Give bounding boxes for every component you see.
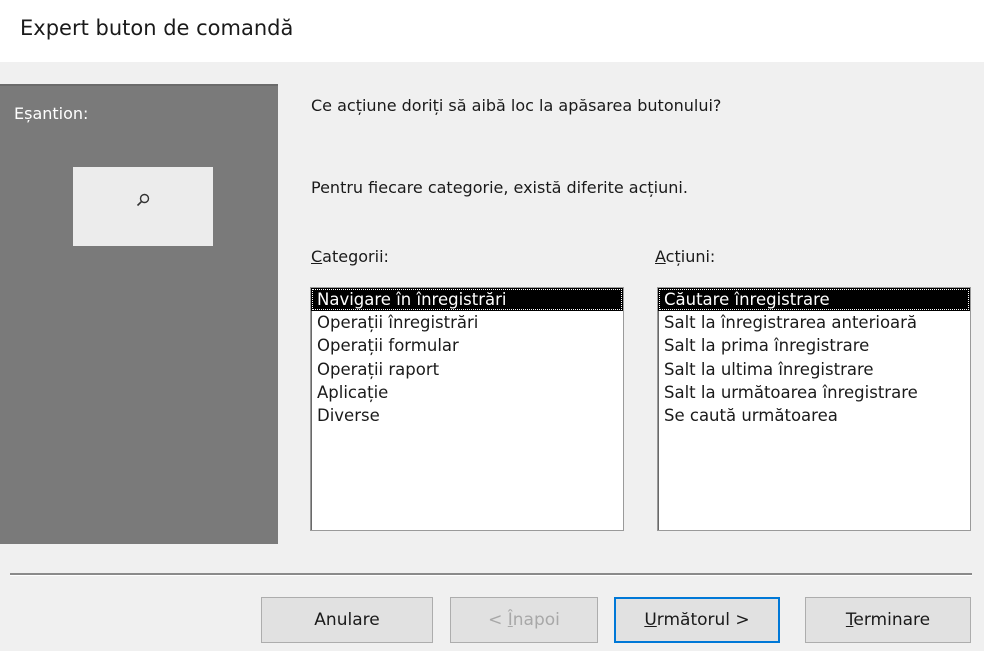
next-button-text: rmătorul > xyxy=(656,610,750,630)
search-icon xyxy=(136,193,150,207)
next-button-accel: U xyxy=(644,610,657,630)
sample-button-preview xyxy=(73,167,213,246)
category-list-item[interactable]: Aplicație xyxy=(311,381,623,404)
finish-button[interactable]: Terminare xyxy=(805,597,971,643)
finish-button-text: erminare xyxy=(853,610,931,630)
cancel-button[interactable]: Anulare xyxy=(261,597,433,643)
action-list-item[interactable]: Se caută următoarea xyxy=(658,404,970,427)
window-title: Expert buton de comandă xyxy=(20,16,294,40)
categories-label-text: ategorii: xyxy=(322,247,389,266)
question-text: Ce acțiune doriți să aibă loc la apăsare… xyxy=(311,96,722,115)
separator xyxy=(10,573,972,576)
category-list-item[interactable]: Operații înregistrări xyxy=(311,311,623,334)
title-bar: Expert buton de comandă xyxy=(0,0,984,62)
actions-label-text: cțiuni: xyxy=(665,247,716,266)
category-list-item[interactable]: Operații raport xyxy=(311,358,623,381)
next-button[interactable]: Următorul > xyxy=(614,597,780,643)
actions-label-accel: A xyxy=(655,247,666,266)
action-list-item[interactable]: Salt la înregistrarea anterioară xyxy=(658,311,970,334)
action-list-item[interactable]: Salt la ultima înregistrare xyxy=(658,358,970,381)
back-button-text: napoi xyxy=(512,610,560,630)
actions-label: Acțiuni: xyxy=(655,247,715,266)
categories-label: Categorii: xyxy=(311,247,389,266)
actions-listbox[interactable]: Căutare înregistrare Salt la înregistrare… xyxy=(657,287,971,531)
action-list-item[interactable]: Salt la prima înregistrare xyxy=(658,334,970,357)
sample-panel xyxy=(0,84,278,544)
back-button-prefix: < xyxy=(488,610,508,630)
action-list-item[interactable]: Salt la următoarea înregistrare xyxy=(658,381,970,404)
info-text: Pentru fiecare categorie, există diferit… xyxy=(311,178,688,197)
category-list-item[interactable]: Navigare în înregistrări xyxy=(311,288,623,312)
category-list-item[interactable]: Diverse xyxy=(311,404,623,427)
back-button[interactable]: < Înapoi xyxy=(450,597,598,643)
categories-listbox[interactable]: Navigare în înregistrări Operații înregis… xyxy=(310,287,624,531)
categories-label-accel: C xyxy=(311,247,323,266)
action-list-item[interactable]: Căutare înregistrare xyxy=(658,288,970,312)
category-list-item[interactable]: Operații formular xyxy=(311,334,623,357)
sample-label: Eșantion: xyxy=(14,104,89,123)
